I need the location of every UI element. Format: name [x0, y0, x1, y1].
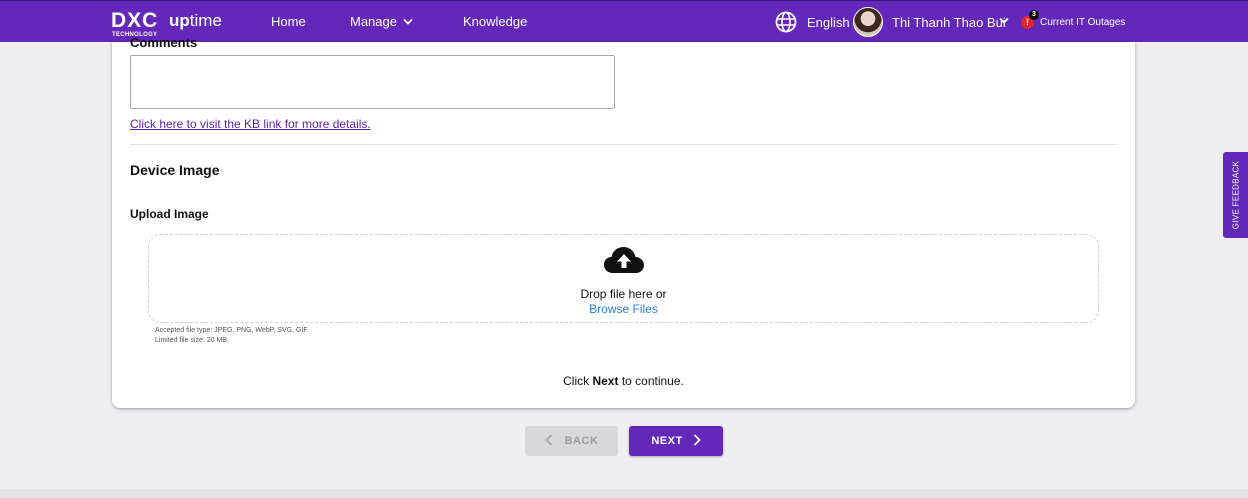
file-size-limit: Limited file size: 20 MB. [155, 337, 229, 344]
chevron-down-icon [403, 18, 413, 25]
browse-files-label[interactable]: Browse Files [589, 302, 658, 316]
chevron-right-icon [693, 434, 701, 446]
form-card: Comments Click here to visit the KB link… [112, 36, 1135, 408]
back-button[interactable]: BACK [525, 426, 618, 456]
give-feedback-label: GIVE FEEDBACK [1231, 160, 1240, 230]
upload-image-label: Upload Image [130, 207, 209, 221]
globe-icon[interactable] [775, 11, 797, 33]
comments-field[interactable] [130, 55, 615, 109]
section-title: Device Image [130, 162, 220, 178]
language-selector[interactable]: English [807, 15, 850, 30]
nav-manage[interactable]: Manage [350, 14, 413, 30]
user-name[interactable]: Thi Thanh Thao Bui [892, 15, 1006, 30]
cloud-upload-icon [604, 247, 644, 273]
back-label: BACK [564, 435, 599, 447]
accepted-file-types: Accepted file type: JPEG, PNG, WebP, SVG… [155, 327, 309, 334]
file-dropzone[interactable]: Drop file here or Browse Files [148, 234, 1099, 323]
kb-link[interactable]: Click here to visit the KB link for more… [130, 117, 371, 131]
chevron-down-icon[interactable] [999, 17, 1009, 24]
footer-strip [0, 489, 1248, 498]
logo-brand: DXC [111, 9, 159, 32]
nav-home[interactable]: Home [271, 14, 306, 30]
outage-count-badge: 3 [1029, 10, 1039, 20]
nav-manage-label: Manage [350, 14, 397, 29]
browse-files-link[interactable]: Browse Files [149, 302, 1098, 316]
comments-label: Comments [130, 35, 198, 50]
divider [130, 144, 1117, 145]
current-it-outages-link[interactable]: Current IT Outages [1040, 17, 1125, 28]
next-button[interactable]: NEXT [629, 426, 723, 456]
avatar[interactable] [853, 7, 883, 37]
give-feedback-tab[interactable]: GIVE FEEDBACK [1223, 152, 1248, 238]
continue-instruction: Click Next to continue. [563, 374, 684, 388]
next-label: NEXT [651, 435, 683, 447]
nav-knowledge[interactable]: Knowledge [463, 14, 527, 30]
chevron-left-icon [544, 434, 552, 446]
logo-product: uptime [169, 11, 222, 30]
dropzone-text: Drop file here or [580, 287, 667, 301]
